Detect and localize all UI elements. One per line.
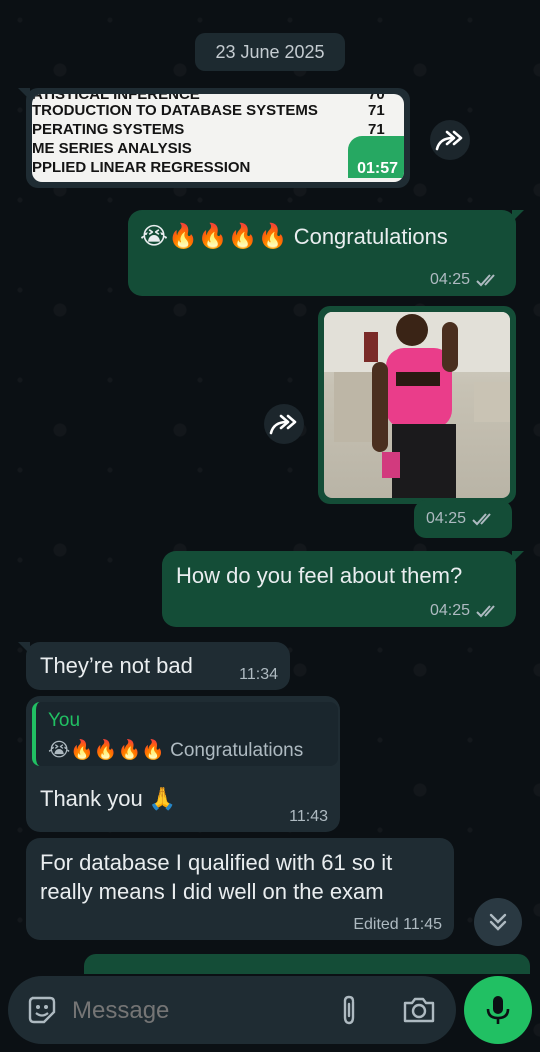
photo-time: 04:25 (414, 500, 512, 538)
message-time: 11:43 (289, 808, 328, 825)
results-line: PERATING SYSTEMS (32, 121, 185, 138)
message-text: Congratulations (293, 224, 448, 249)
outgoing-message[interactable]: 😭🔥🔥🔥🔥 Congratulations 04:25 (128, 210, 524, 296)
message-time: 04:25 (426, 510, 467, 527)
person-photo (324, 312, 510, 498)
message-text: Thank you 🙏 (40, 786, 177, 811)
photo-thumbnail[interactable] (324, 312, 510, 498)
bubble-tail (18, 88, 30, 100)
partial-message (84, 954, 530, 974)
results-score: 71 (368, 102, 385, 119)
incoming-reply-message[interactable]: You 😭🔥🔥🔥🔥 Congratulations Thank you 🙏 11… (26, 696, 340, 832)
photo-message[interactable] (318, 306, 516, 504)
message-time: Edited 11:45 (353, 916, 442, 933)
bubble-tail (18, 642, 30, 654)
date-separator: 23 June 2025 (195, 33, 345, 71)
bubble-tail (512, 551, 524, 563)
message-text: How do you feel about them? (176, 563, 463, 588)
outgoing-message[interactable]: How do you feel about them? 04:25 (162, 551, 524, 627)
sticker-icon[interactable] (26, 994, 58, 1026)
results-line: ME SERIES ANALYSIS (32, 140, 192, 157)
scroll-down-icon (489, 913, 507, 931)
top-fade (0, 0, 540, 22)
results-line: TRODUCTION TO DATABASE SYSTEMS (32, 102, 318, 119)
double-check-icon (476, 274, 495, 287)
message-time: 04:25 (429, 271, 470, 288)
quoted-message[interactable]: You 😭🔥🔥🔥🔥 Congratulations (32, 702, 338, 766)
message-input[interactable] (70, 990, 314, 1032)
results-line: PPLIED LINEAR REGRESSION (32, 159, 251, 176)
incoming-message[interactable]: For database I qualified with 61 so it r… (26, 838, 454, 940)
message-text: They’re not bad (40, 653, 193, 678)
message-text-line: For database I qualified with 61 so it (40, 850, 393, 875)
double-check-icon (472, 513, 491, 526)
message-text-line: really means I did well on the exam (40, 879, 384, 904)
message-time: 11:34 (239, 666, 278, 683)
bubble-tail (512, 210, 524, 222)
double-check-icon (476, 605, 495, 618)
forward-icon (435, 130, 463, 151)
image-message-results[interactable]: ATISTICAL INFERENCE 70 TRODUCTION TO DAT… (18, 88, 410, 188)
message-composer[interactable] (8, 976, 456, 1044)
incoming-message[interactable]: They’re not bad 11:34 (18, 642, 290, 690)
results-image[interactable]: ATISTICAL INFERENCE 70 TRODUCTION TO DAT… (32, 94, 404, 182)
forward-button[interactable] (264, 404, 304, 444)
quote-author: You (48, 710, 81, 731)
quote-emoji: 😭🔥🔥🔥🔥 (48, 740, 165, 761)
message-time: 01:57 (357, 160, 398, 177)
voice-message-button[interactable] (464, 976, 532, 1044)
forward-icon (269, 414, 297, 435)
camera-icon[interactable] (402, 996, 436, 1024)
mic-icon (486, 996, 510, 1024)
message-time: 04:25 (429, 602, 470, 619)
message-emoji: 😭🔥🔥🔥🔥 (140, 223, 288, 250)
attach-icon[interactable] (338, 994, 360, 1026)
scroll-down-button[interactable] (474, 898, 522, 946)
quote-text: Congratulations (170, 740, 304, 761)
forward-button[interactable] (430, 120, 470, 160)
